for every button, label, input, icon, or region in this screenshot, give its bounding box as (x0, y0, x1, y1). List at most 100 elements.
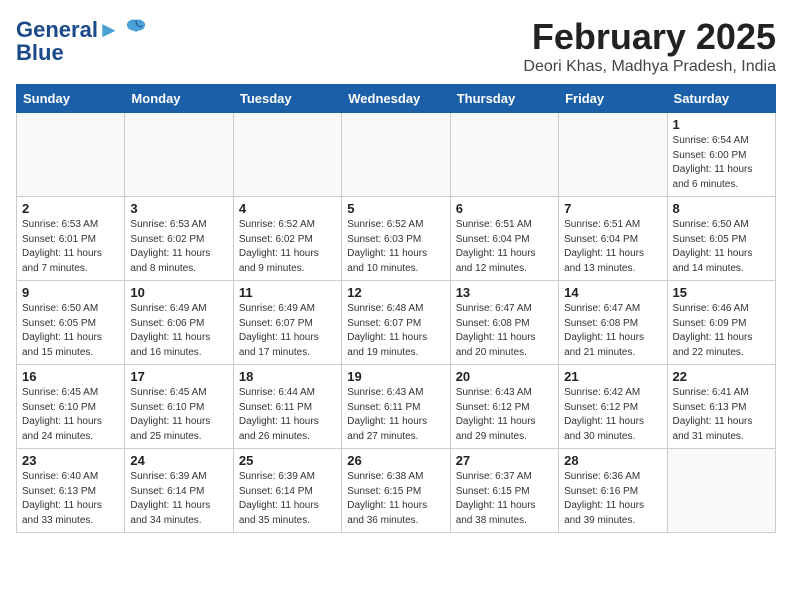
calendar-day-cell: 27 Sunrise: 6:37 AM Sunset: 6:15 PM Dayli… (450, 449, 558, 533)
calendar-day-cell: 3Sunrise: 6:53 AM Sunset: 6:02 PM Daylig… (125, 197, 233, 281)
day-number: 20 (456, 369, 553, 384)
calendar-day-cell: 23Sunrise: 6:40 AM Sunset: 6:13 PM Dayli… (17, 449, 125, 533)
day-number: 22 (673, 369, 770, 384)
calendar-subtitle: Deori Khas, Madhya Pradesh, India (523, 58, 776, 76)
calendar-day-cell: 2 Sunrise: 6:53 AM Sunset: 6:01 PM Daylig… (17, 197, 125, 281)
day-number: 5 (347, 201, 444, 216)
logo: General► Blue (16, 16, 150, 66)
calendar-day-cell: 11Sunrise: 6:49 AM Sunset: 6:07 PM Dayli… (233, 281, 341, 365)
day-number: 18 (239, 369, 336, 384)
day-info: Sunrise: 6:46 AM Sunset: 6:09 PM Dayligh… (673, 302, 770, 360)
day-number: 16 (22, 369, 119, 384)
day-info: Sunrise: 6:53 AM Sunset: 6:01 PM Dayligh… (22, 218, 119, 276)
day-number: 28 (564, 453, 661, 468)
day-info: Sunrise: 6:51 AM Sunset: 6:04 PM Dayligh… (564, 218, 661, 276)
calendar-week-row: 16 Sunrise: 6:45 AM Sunset: 6:10 PM Dayli… (17, 365, 776, 449)
calendar-week-row: 2 Sunrise: 6:53 AM Sunset: 6:01 PM Daylig… (17, 197, 776, 281)
day-info: Sunrise: 6:50 AM Sunset: 6:05 PM Dayligh… (22, 302, 119, 360)
day-info: Sunrise: 6:50 AM Sunset: 6:05 PM Dayligh… (673, 218, 770, 276)
calendar-day-cell: 13 Sunrise: 6:47 AM Sunset: 6:08 PM Dayli… (450, 281, 558, 365)
calendar-day-cell (667, 449, 775, 533)
day-info: Sunrise: 6:51 AM Sunset: 6:04 PM Dayligh… (456, 218, 553, 276)
calendar-day-cell: 22 Sunrise: 6:41 AM Sunset: 6:13 PM Dayli… (667, 365, 775, 449)
day-info: Sunrise: 6:39 AM Sunset: 6:14 PM Dayligh… (239, 470, 336, 528)
day-info: Sunrise: 6:43 AM Sunset: 6:11 PM Dayligh… (347, 386, 444, 444)
day-number: 1 (673, 117, 770, 132)
day-info: Sunrise: 6:47 AM Sunset: 6:08 PM Dayligh… (564, 302, 661, 360)
day-number: 27 (456, 453, 553, 468)
weekday-header-tuesday: Tuesday (233, 85, 341, 113)
title-area: February 2025 Deori Khas, Madhya Pradesh… (523, 16, 776, 76)
calendar-table: SundayMondayTuesdayWednesdayThursdayFrid… (16, 84, 776, 533)
day-number: 24 (130, 453, 227, 468)
calendar-day-cell: 7 Sunrise: 6:51 AM Sunset: 6:04 PM Daylig… (559, 197, 667, 281)
calendar-day-cell: 16 Sunrise: 6:45 AM Sunset: 6:10 PM Dayli… (17, 365, 125, 449)
calendar-day-cell: 5 Sunrise: 6:52 AM Sunset: 6:03 PM Daylig… (342, 197, 450, 281)
day-info: Sunrise: 6:38 AM Sunset: 6:15 PM Dayligh… (347, 470, 444, 528)
day-number: 10 (130, 285, 227, 300)
day-number: 2 (22, 201, 119, 216)
calendar-day-cell (559, 113, 667, 197)
day-info: Sunrise: 6:49 AM Sunset: 6:07 PM Dayligh… (239, 302, 336, 360)
calendar-day-cell: 12 Sunrise: 6:48 AM Sunset: 6:07 PM Dayli… (342, 281, 450, 365)
calendar-day-cell: 26 Sunrise: 6:38 AM Sunset: 6:15 PM Dayli… (342, 449, 450, 533)
weekday-header-friday: Friday (559, 85, 667, 113)
calendar-day-cell: 21 Sunrise: 6:42 AM Sunset: 6:12 PM Dayli… (559, 365, 667, 449)
day-info: Sunrise: 6:43 AM Sunset: 6:12 PM Dayligh… (456, 386, 553, 444)
day-info: Sunrise: 6:39 AM Sunset: 6:14 PM Dayligh… (130, 470, 227, 528)
logo-bird-icon (122, 16, 150, 44)
calendar-day-cell: 19 Sunrise: 6:43 AM Sunset: 6:11 PM Dayli… (342, 365, 450, 449)
day-number: 3 (130, 201, 227, 216)
calendar-day-cell: 15Sunrise: 6:46 AM Sunset: 6:09 PM Dayli… (667, 281, 775, 365)
day-info: Sunrise: 6:54 AM Sunset: 6:00 PM Dayligh… (673, 134, 770, 192)
weekday-header-saturday: Saturday (667, 85, 775, 113)
logo-text: General► (16, 19, 120, 41)
calendar-day-cell: 17 Sunrise: 6:45 AM Sunset: 6:10 PM Dayli… (125, 365, 233, 449)
calendar-day-cell: 9 Sunrise: 6:50 AM Sunset: 6:05 PM Daylig… (17, 281, 125, 365)
calendar-day-cell (342, 113, 450, 197)
day-number: 7 (564, 201, 661, 216)
calendar-day-cell: 24 Sunrise: 6:39 AM Sunset: 6:14 PM Dayli… (125, 449, 233, 533)
weekday-header-sunday: Sunday (17, 85, 125, 113)
day-number: 8 (673, 201, 770, 216)
day-number: 25 (239, 453, 336, 468)
day-number: 21 (564, 369, 661, 384)
calendar-day-cell: 8 Sunrise: 6:50 AM Sunset: 6:05 PM Daylig… (667, 197, 775, 281)
day-info: Sunrise: 6:52 AM Sunset: 6:02 PM Dayligh… (239, 218, 336, 276)
day-number: 13 (456, 285, 553, 300)
weekday-header-thursday: Thursday (450, 85, 558, 113)
day-info: Sunrise: 6:44 AM Sunset: 6:11 PM Dayligh… (239, 386, 336, 444)
calendar-day-cell (233, 113, 341, 197)
calendar-week-row: 1 Sunrise: 6:54 AM Sunset: 6:00 PM Daylig… (17, 113, 776, 197)
calendar-day-cell (450, 113, 558, 197)
weekday-header-row: SundayMondayTuesdayWednesdayThursdayFrid… (17, 85, 776, 113)
day-number: 17 (130, 369, 227, 384)
calendar-day-cell: 20 Sunrise: 6:43 AM Sunset: 6:12 PM Dayli… (450, 365, 558, 449)
weekday-header-monday: Monday (125, 85, 233, 113)
day-info: Sunrise: 6:41 AM Sunset: 6:13 PM Dayligh… (673, 386, 770, 444)
day-info: Sunrise: 6:47 AM Sunset: 6:08 PM Dayligh… (456, 302, 553, 360)
logo-blue: Blue (16, 40, 64, 66)
weekday-header-wednesday: Wednesday (342, 85, 450, 113)
day-info: Sunrise: 6:52 AM Sunset: 6:03 PM Dayligh… (347, 218, 444, 276)
day-info: Sunrise: 6:42 AM Sunset: 6:12 PM Dayligh… (564, 386, 661, 444)
day-number: 9 (22, 285, 119, 300)
calendar-title: February 2025 (523, 16, 776, 58)
calendar-day-cell: 18 Sunrise: 6:44 AM Sunset: 6:11 PM Dayli… (233, 365, 341, 449)
day-info: Sunrise: 6:36 AM Sunset: 6:16 PM Dayligh… (564, 470, 661, 528)
calendar-day-cell: 6Sunrise: 6:51 AM Sunset: 6:04 PM Daylig… (450, 197, 558, 281)
day-info: Sunrise: 6:48 AM Sunset: 6:07 PM Dayligh… (347, 302, 444, 360)
day-number: 12 (347, 285, 444, 300)
day-info: Sunrise: 6:40 AM Sunset: 6:13 PM Dayligh… (22, 470, 119, 528)
day-number: 26 (347, 453, 444, 468)
calendar-day-cell: 1 Sunrise: 6:54 AM Sunset: 6:00 PM Daylig… (667, 113, 775, 197)
day-number: 4 (239, 201, 336, 216)
calendar-day-cell (17, 113, 125, 197)
day-number: 19 (347, 369, 444, 384)
calendar-day-cell (125, 113, 233, 197)
day-info: Sunrise: 6:45 AM Sunset: 6:10 PM Dayligh… (130, 386, 227, 444)
day-info: Sunrise: 6:45 AM Sunset: 6:10 PM Dayligh… (22, 386, 119, 444)
day-info: Sunrise: 6:37 AM Sunset: 6:15 PM Dayligh… (456, 470, 553, 528)
header: General► Blue February 2025 Deori Khas, … (16, 16, 776, 76)
calendar-day-cell: 28 Sunrise: 6:36 AM Sunset: 6:16 PM Dayli… (559, 449, 667, 533)
